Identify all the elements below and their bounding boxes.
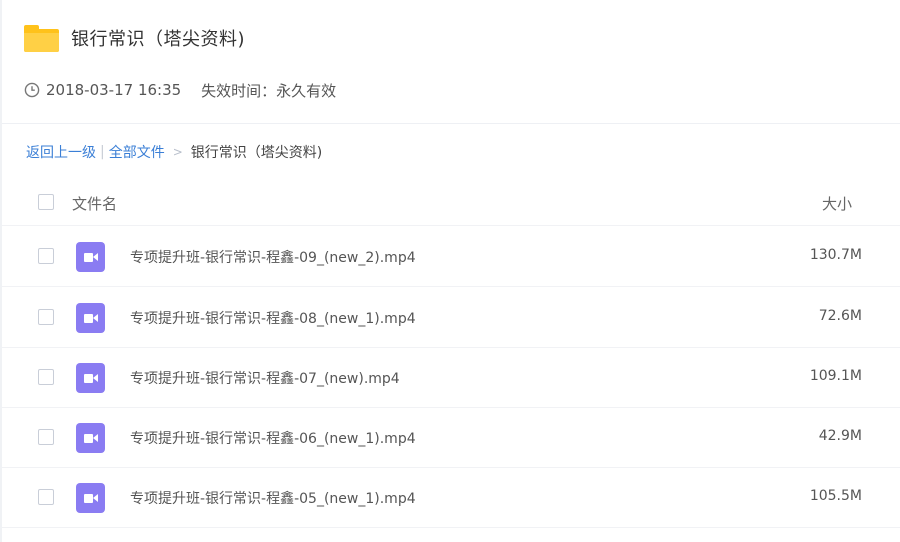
breadcrumb-arrow-icon: > bbox=[172, 145, 183, 159]
file-row[interactable]: 专项提升班-银行常识-程鑫-07_(new).mp4 109.1M bbox=[2, 348, 900, 408]
breadcrumb: 返回上一级 | 全部文件 > 银行常识（塔尖资料) bbox=[26, 142, 322, 162]
folder-header: 银行常识（塔尖资料) bbox=[24, 24, 245, 52]
row-checkbox[interactable] bbox=[38, 429, 54, 445]
back-link[interactable]: 返回上一级 bbox=[26, 142, 96, 162]
file-size: 130.7M bbox=[809, 247, 862, 263]
video-file-icon bbox=[76, 423, 105, 453]
clock-icon bbox=[24, 82, 40, 98]
expiry-text: 失效时间：永久有效 bbox=[201, 81, 337, 100]
file-row[interactable]: 专项提升班-银行常识-程鑫-05_(new_1).mp4 105.5M bbox=[2, 468, 900, 528]
select-all-checkbox[interactable] bbox=[38, 194, 54, 210]
row-checkbox[interactable] bbox=[38, 369, 54, 385]
file-name[interactable]: 专项提升班-银行常识-程鑫-06_(new_1).mp4 bbox=[130, 428, 416, 448]
column-header-name[interactable]: 文件名 bbox=[72, 193, 117, 214]
file-size: 42.9M bbox=[818, 428, 862, 444]
video-file-icon bbox=[76, 242, 105, 272]
file-name[interactable]: 专项提升班-银行常识-程鑫-05_(new_1).mp4 bbox=[130, 488, 416, 508]
page-title: 银行常识（塔尖资料) bbox=[71, 29, 246, 50]
row-checkbox[interactable] bbox=[38, 248, 54, 264]
file-size: 109.1M bbox=[809, 368, 862, 384]
file-row[interactable]: 专项提升班-银行常识-程鑫-06_(new_1).mp4 42.9M bbox=[2, 408, 900, 468]
file-name[interactable]: 专项提升班-银行常识-程鑫-08_(new_1).mp4 bbox=[130, 308, 416, 328]
breadcrumb-separator: | bbox=[100, 144, 105, 160]
file-row[interactable]: 专项提升班-银行常识-程鑫-09_(new_2).mp4 130.7M bbox=[2, 227, 900, 287]
all-files-link[interactable]: 全部文件 bbox=[109, 142, 165, 162]
video-file-icon bbox=[76, 363, 105, 393]
row-checkbox[interactable] bbox=[38, 309, 54, 325]
file-size: 105.5M bbox=[809, 488, 862, 504]
file-name[interactable]: 专项提升班-银行常识-程鑫-09_(new_2).mp4 bbox=[130, 247, 416, 267]
video-file-icon bbox=[76, 483, 105, 513]
video-file-icon bbox=[76, 303, 105, 333]
breadcrumb-current: 银行常识（塔尖资料) bbox=[190, 145, 323, 161]
share-date: 2018-03-17 16:35 bbox=[46, 81, 182, 99]
row-checkbox[interactable] bbox=[38, 489, 54, 505]
file-name[interactable]: 专项提升班-银行常识-程鑫-07_(new).mp4 bbox=[130, 368, 400, 388]
share-meta: 2018-03-17 16:35 失效时间：永久有效 bbox=[24, 80, 336, 100]
file-row[interactable]: 专项提升班-银行常识-程鑫-08_(new_1).mp4 72.6M bbox=[2, 288, 900, 348]
divider bbox=[2, 123, 900, 124]
list-header: 文件名 大小 bbox=[2, 182, 900, 226]
folder-icon bbox=[24, 24, 59, 52]
column-header-size[interactable]: 大小 bbox=[822, 193, 852, 214]
file-size: 72.6M bbox=[818, 308, 862, 324]
